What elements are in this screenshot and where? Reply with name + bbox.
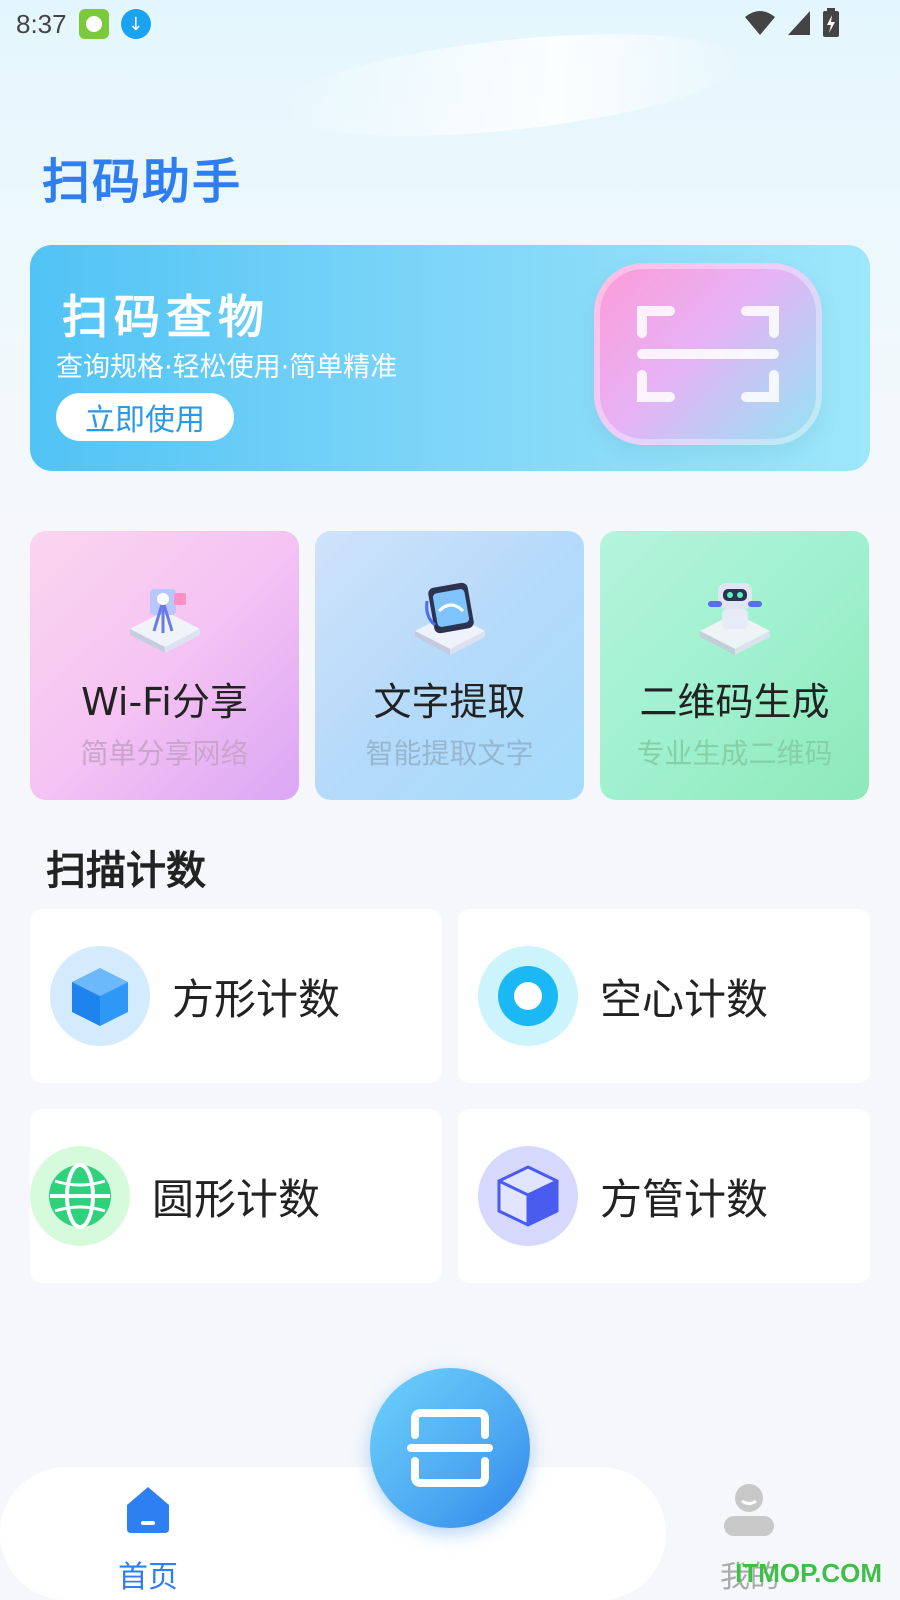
feature-text-extract[interactable]: 文字提取 智能提取文字 [315, 531, 584, 800]
status-time: 8:37 [16, 8, 67, 39]
counter-hollow[interactable]: 空心计数 [458, 909, 870, 1083]
download-icon: ↓ [120, 9, 151, 39]
user-icon [724, 1484, 774, 1536]
feature-label: 二维码生成 [639, 680, 830, 724]
counter-label: 空心计数 [600, 974, 769, 1024]
counter-label: 圆形计数 [152, 1174, 321, 1224]
scan-button[interactable] [370, 1368, 530, 1528]
app-title: 扫码助手 [42, 154, 243, 210]
home-icon [127, 1487, 169, 1533]
wifi-signal-icon [745, 11, 775, 35]
feature-qr-generate[interactable]: 二维码生成 专业生成二维码 [600, 531, 869, 800]
globe-icon [30, 1146, 130, 1246]
text-extract-icon [414, 582, 485, 655]
scan-frame-icon [637, 306, 779, 402]
feature-wifi-share[interactable]: Wi-Fi分享 简单分享网络 [30, 531, 299, 800]
wifi-share-icon [129, 589, 200, 653]
scan-banner[interactable]: 扫码查物 查询规格·轻松使用·简单精准 立即使用 [30, 245, 870, 471]
banner-title: 扫码查物 [62, 290, 270, 344]
counter-round[interactable]: 圆形计数 [30, 1109, 442, 1283]
status-bar: 8:37 ↓ [0, 0, 900, 48]
feature-desc: 智能提取文字 [365, 737, 534, 770]
feature-label: Wi-Fi分享 [81, 680, 248, 724]
battery-icon [823, 8, 839, 37]
section-title: 扫描计数 [46, 848, 206, 894]
feature-grid: Wi-Fi分享 简单分享网络 文字提取 智能提取文字 二维码生成 专业生成二维码 [30, 531, 870, 800]
nav-home[interactable] [118, 1483, 178, 1541]
box-outline-icon [478, 1146, 578, 1246]
qr-robot-icon [699, 583, 770, 655]
counter-label: 方管计数 [600, 1174, 769, 1224]
scan-frame-graphic [594, 263, 822, 445]
counter-square[interactable]: 方形计数 [30, 909, 442, 1083]
counter-label: 方形计数 [172, 974, 341, 1024]
banner-subtitle: 查询规格·轻松使用·简单精准 [56, 352, 398, 383]
nav-mine[interactable] [722, 1482, 776, 1542]
ring-icon [478, 946, 578, 1046]
bottom-nav [0, 1467, 666, 1600]
status-indicators [744, 8, 840, 38]
nav-home-label[interactable]: 首页 [118, 1552, 178, 1596]
cell-signal-icon [788, 11, 810, 35]
watermark: ITMOP.COM [735, 1558, 882, 1588]
feature-desc: 简单分享网络 [80, 737, 249, 770]
notification-app-icon [78, 9, 109, 39]
cube-icon [50, 946, 150, 1046]
counter-square-tube[interactable]: 方管计数 [458, 1109, 870, 1283]
use-now-button[interactable]: 立即使用 [56, 393, 234, 441]
feature-desc: 专业生成二维码 [636, 737, 833, 770]
scan-icon [407, 1409, 493, 1487]
feature-label: 文字提取 [373, 680, 526, 724]
